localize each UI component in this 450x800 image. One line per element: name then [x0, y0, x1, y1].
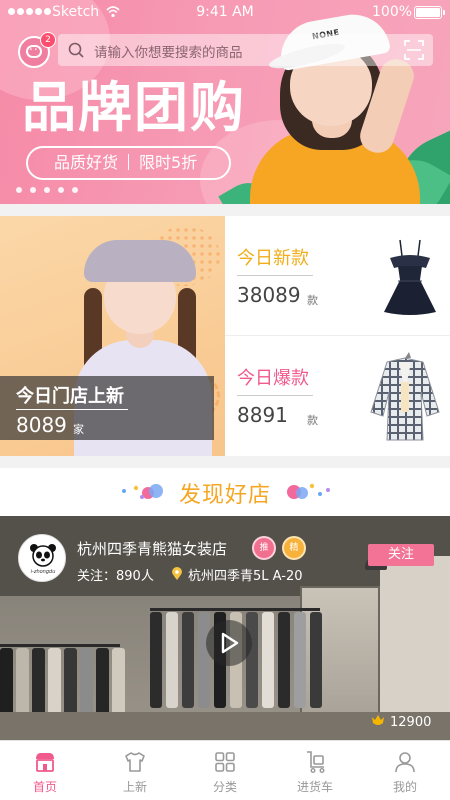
follow-button[interactable]: 关注 — [368, 544, 434, 566]
avatar-text: i-zhongdu — [30, 569, 56, 575]
store-new-count: 8089 — [16, 413, 67, 437]
chat-bubble-icon — [26, 39, 43, 58]
cart-icon — [307, 751, 325, 774]
message-badge: 2 — [40, 32, 56, 48]
store-new-label: 今日门店上新 — [16, 386, 124, 407]
store-name[interactable]: 杭州四季青熊猫女装店 — [77, 538, 227, 559]
store-card[interactable]: i-zhongdu 杭州四季青熊猫女装店 推 精 关注：890人 杭州四季青5L… — [0, 516, 450, 740]
search-bar[interactable]: 请输入你想要搜索的商品 — [58, 34, 433, 66]
section-header: 发现好店 — [0, 468, 450, 516]
battery-icon — [414, 6, 445, 19]
store-new-card[interactable]: 今日门店上新 8089 家 — [0, 216, 225, 456]
follower-count: 关注：890人 — [77, 569, 154, 584]
store-new-unit: 家 — [73, 423, 84, 436]
plaid-shirt-image — [370, 352, 440, 441]
tulip-icon — [372, 715, 384, 725]
play-button[interactable] — [206, 620, 252, 666]
dress-image — [384, 239, 436, 315]
search-placeholder[interactable]: 请输入你想要搜索的商品 — [94, 41, 243, 61]
store-address: 杭州四季青5L A-20 — [188, 569, 303, 584]
tab-label: 上新 — [122, 780, 147, 794]
decorative-dots — [287, 483, 330, 499]
panda-logo-icon — [30, 544, 56, 567]
user-icon — [395, 752, 415, 773]
today-hot-unit: 款 — [307, 414, 318, 427]
scan-icon[interactable] — [404, 40, 424, 60]
tag-discount: 限时5折 — [139, 153, 198, 172]
recommend-badge: 推 — [254, 538, 274, 558]
store-new-caption: 今日门店上新 8089 家 — [0, 376, 214, 440]
search-icon — [68, 42, 84, 58]
today-hot-label: 今日爆款 — [237, 368, 309, 389]
today-new-label: 今日新款 — [237, 248, 309, 269]
today-new-count: 38089 — [237, 283, 301, 307]
promo-section: 今日门店上新 8089 家 今日新款 38089 款 今日爆款 8891 款 — [0, 216, 450, 456]
store-avatar[interactable]: i-zhongdu — [18, 534, 66, 582]
status-bar: Sketch 9:41 AM 100% — [0, 0, 450, 26]
carousel-dot[interactable] — [58, 187, 64, 193]
tab-label: 首页 — [32, 780, 57, 794]
bottom-tab-bar: 首页 上新 分类 进货车 我的 — [0, 740, 450, 800]
section-title: 发现好店 — [178, 483, 271, 508]
tab-new[interactable]: 上新 — [90, 741, 180, 800]
tab-category[interactable]: 分类 — [180, 741, 270, 800]
banner-tagline: 品质好货 限时5折 — [26, 146, 231, 180]
tab-label: 进货车 — [296, 780, 333, 794]
quality-badge: 精 — [284, 538, 304, 558]
today-hot-count: 8891 — [237, 403, 288, 427]
today-new-card[interactable]: 今日新款 38089 款 — [225, 216, 450, 336]
tshirt-icon — [125, 752, 145, 772]
carousel-dot[interactable] — [72, 187, 78, 193]
grid-icon — [215, 752, 235, 772]
like-count[interactable]: 12900 — [370, 713, 431, 730]
tab-cart[interactable]: 进货车 — [270, 741, 360, 800]
like-count-value: 12900 — [390, 715, 432, 730]
banner-title: 品牌团购 — [22, 76, 246, 139]
home-icon — [36, 753, 54, 772]
tab-profile[interactable]: 我的 — [360, 741, 450, 800]
today-new-unit: 款 — [307, 294, 318, 307]
tab-home[interactable]: 首页 — [0, 741, 90, 800]
carousel-dot[interactable] — [44, 187, 50, 193]
promo-banner[interactable]: NONE 品牌团购 品质好货 限时5折 — [0, 0, 450, 204]
location-pin-icon — [172, 567, 182, 580]
tab-label: 我的 — [392, 780, 417, 794]
carousel-indicator[interactable] — [16, 187, 78, 193]
today-hot-card[interactable]: 今日爆款 8891 款 — [225, 336, 450, 456]
carousel-dot[interactable] — [30, 187, 36, 193]
app-screen: NONE 品牌团购 品质好货限时5折 Sketch 9:41 AM 100% 2… — [0, 0, 450, 800]
tab-label: 分类 — [212, 780, 237, 794]
carousel-dot[interactable] — [16, 187, 22, 193]
play-icon — [221, 632, 239, 654]
battery-percent: 100% — [372, 4, 413, 20]
tag-quality: 品质好货 — [54, 153, 119, 172]
message-button[interactable]: 2 — [18, 32, 56, 68]
